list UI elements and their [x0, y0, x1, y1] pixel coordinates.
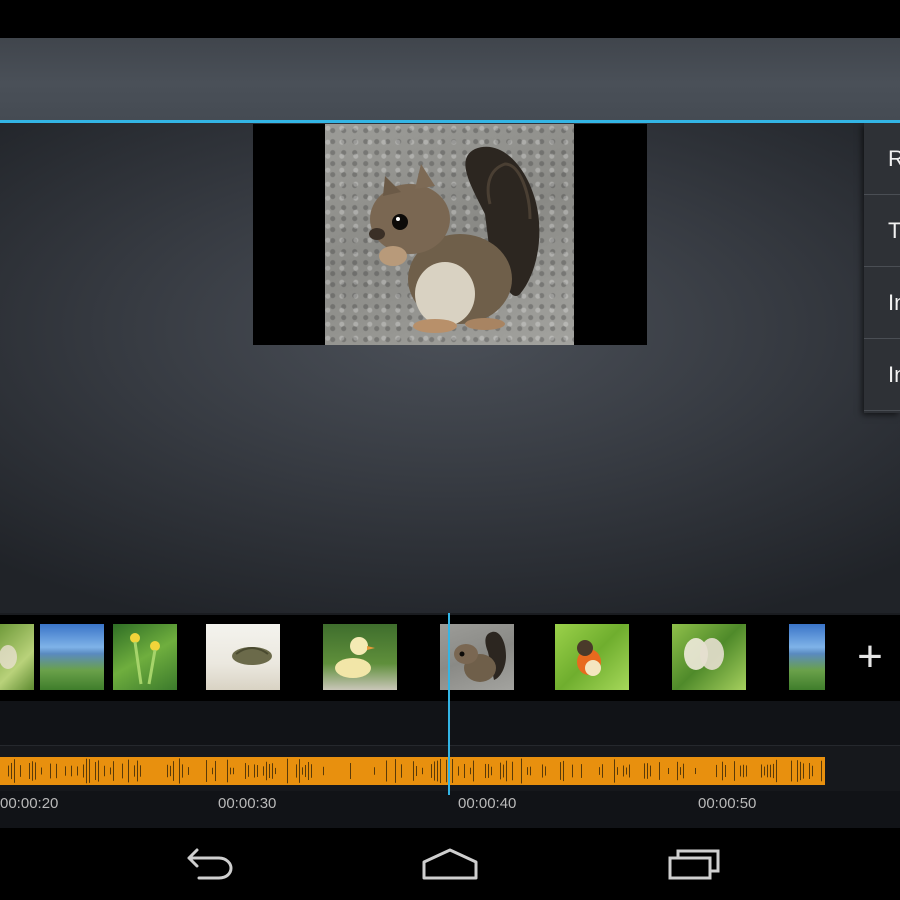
- menu-item-insert-1[interactable]: Insert: [864, 267, 900, 339]
- navigation-bar: [0, 828, 900, 900]
- clip-track: +: [0, 613, 900, 703]
- time-label: 00:00:40: [458, 795, 517, 812]
- audio-waveform: [0, 757, 825, 785]
- status-bar: [0, 0, 900, 38]
- time-label: 00:00:30: [218, 795, 277, 812]
- clip-thumbnail[interactable]: [323, 624, 397, 690]
- video-preview[interactable]: [253, 124, 647, 345]
- time-label: 00:00:50: [698, 795, 757, 812]
- recent-apps-button[interactable]: [664, 846, 724, 882]
- back-arrow-icon: [187, 848, 233, 880]
- time-label: 00:00:20: [0, 795, 59, 812]
- overlay-track[interactable]: [0, 701, 900, 745]
- menu-item-insert-2[interactable]: Insert: [864, 339, 900, 411]
- clip-thumbnail[interactable]: [0, 624, 34, 690]
- menu-item-transition[interactable]: Transition: [864, 195, 900, 267]
- playhead[interactable]: [448, 613, 450, 795]
- audio-track[interactable]: [0, 745, 900, 792]
- action-bar: [0, 38, 900, 123]
- menu-item-remove[interactable]: Remove: [864, 123, 900, 195]
- back-button[interactable]: [177, 846, 237, 882]
- overflow-menu: Remove Transition Insert Insert: [864, 123, 900, 413]
- clip-thumbnail[interactable]: [672, 624, 746, 690]
- time-ruler[interactable]: 00:00:20 00:00:30 00:00:40 00:00:50: [0, 791, 900, 828]
- recent-apps-icon: [668, 849, 720, 880]
- home-icon: [422, 848, 478, 880]
- preview-image-squirrel: [325, 124, 574, 345]
- clip-thumbnail-selected[interactable]: [440, 624, 514, 690]
- home-button[interactable]: [420, 846, 480, 882]
- clip-thumbnail[interactable]: [789, 624, 825, 690]
- clip-thumbnail[interactable]: [40, 624, 104, 690]
- clip-thumbnail[interactable]: [206, 624, 280, 690]
- timeline: + 00:00:20 00:00:30 00:00:40 00:00:50: [0, 613, 900, 828]
- add-clip-button[interactable]: +: [840, 635, 900, 683]
- workspace: Remove Transition Insert Insert: [0, 123, 900, 613]
- clip-thumbnail[interactable]: [113, 624, 177, 690]
- clip-thumbnail[interactable]: [555, 624, 629, 690]
